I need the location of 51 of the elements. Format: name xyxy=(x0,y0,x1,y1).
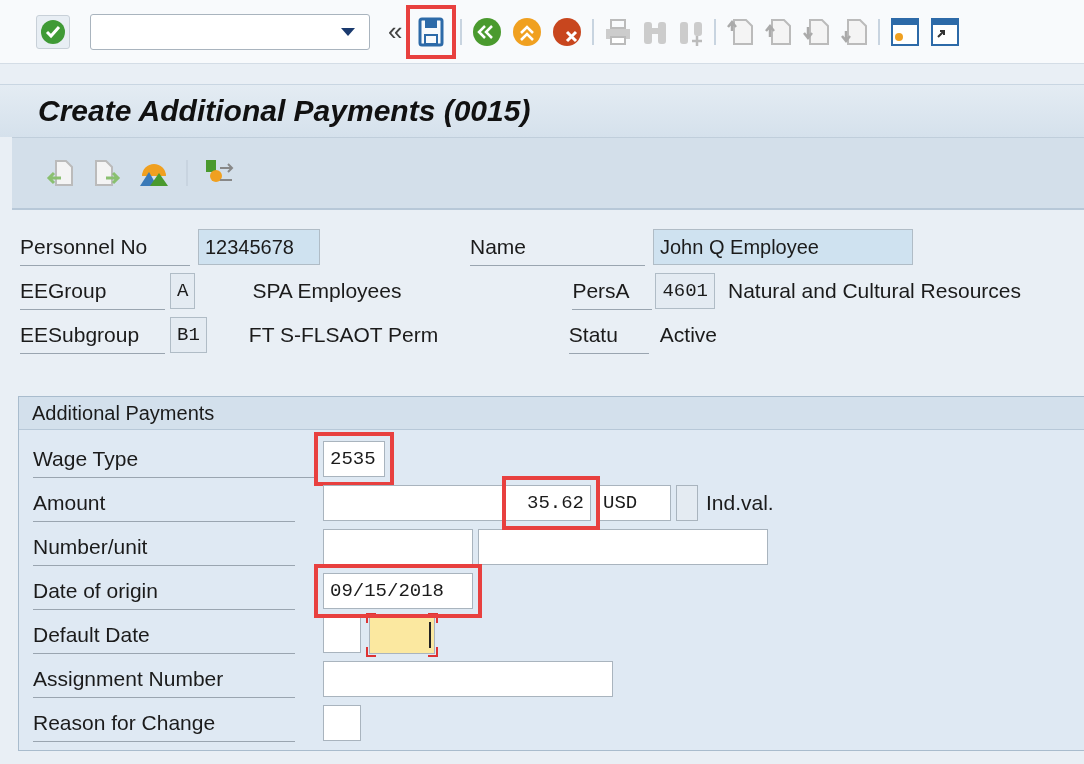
input-field[interactable] xyxy=(323,705,361,741)
input-field[interactable]: 09/15/2018 xyxy=(323,573,473,609)
input-field[interactable]: 4601 xyxy=(655,273,715,309)
previous-page-icon[interactable] xyxy=(764,16,793,47)
input-field[interactable]: John Q Employee xyxy=(653,229,913,265)
collapse-button[interactable]: « xyxy=(388,16,403,47)
field-label: EEGroup xyxy=(20,272,165,310)
previous-record-icon[interactable] xyxy=(46,158,76,188)
input-field[interactable]: 2535 xyxy=(323,441,385,477)
input-field[interactable] xyxy=(323,661,613,697)
input-field[interactable] xyxy=(478,529,768,565)
next-page-icon[interactable] xyxy=(802,16,831,47)
input-field[interactable]: A xyxy=(170,273,196,309)
field-label: Wage Type xyxy=(33,440,315,478)
field-label: Assignment Number xyxy=(33,660,295,698)
new-session-icon[interactable] xyxy=(890,16,921,47)
field-label: Reason for Change xyxy=(33,704,295,742)
field-label: Default Date xyxy=(33,616,295,654)
input-field[interactable] xyxy=(366,613,438,657)
back-icon[interactable] xyxy=(472,16,503,47)
input-field[interactable] xyxy=(323,529,473,565)
print-icon[interactable] xyxy=(604,17,633,46)
input-field[interactable]: 35.62 xyxy=(323,485,591,521)
checkbox-label: Ind.val. xyxy=(706,491,774,515)
field-label: PersA xyxy=(572,272,653,310)
group-title: Additional Payments xyxy=(19,397,1084,430)
dropdown-caret-icon xyxy=(341,27,355,36)
field-text: SPA Employees xyxy=(252,279,403,303)
field-label: Number/unit xyxy=(33,528,295,566)
field-label: EESubgroup xyxy=(20,316,165,354)
field-label: Personnel No xyxy=(20,228,190,266)
exit-icon[interactable] xyxy=(512,16,543,47)
checkbox[interactable] xyxy=(676,485,698,521)
field-label: Amount xyxy=(33,484,295,522)
field-text: Active xyxy=(659,323,717,347)
shortcut-icon[interactable] xyxy=(930,16,961,47)
field-text: Natural and Cultural Resources xyxy=(728,279,1021,303)
command-field[interactable] xyxy=(90,13,370,50)
confirm-icon[interactable] xyxy=(36,14,70,49)
input-field[interactable] xyxy=(323,617,361,653)
field-text: FT S-FLSAOT Perm xyxy=(248,323,440,347)
field-label: Statu xyxy=(568,316,649,354)
input-field[interactable]: 12345678 xyxy=(198,229,320,265)
last-page-icon[interactable] xyxy=(840,16,869,47)
cancel-icon[interactable] xyxy=(552,16,583,47)
next-record-icon[interactable] xyxy=(92,158,122,188)
input-field[interactable]: B1 xyxy=(170,317,207,353)
screen-title: Create Additional Payments (0015) xyxy=(38,94,531,128)
field-label: Name xyxy=(470,228,645,266)
field-label: Date of origin xyxy=(33,572,295,610)
first-page-icon[interactable] xyxy=(726,16,755,47)
